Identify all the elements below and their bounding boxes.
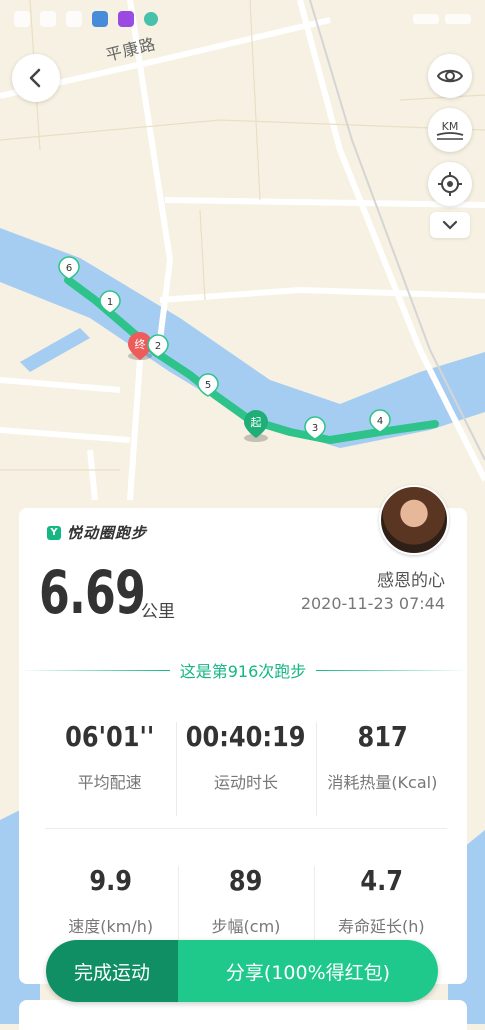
brand: Y 悦动圈跑步	[47, 522, 147, 543]
run-count-text: 这是第916次跑步	[179, 662, 307, 681]
stat-duration: 00:40:19 运动时长	[176, 720, 315, 816]
brand-logo-icon: Y	[47, 525, 61, 540]
stat-value: 00:40:19	[186, 720, 306, 753]
stat-value: 4.7	[359, 864, 403, 897]
avatar[interactable]	[379, 485, 449, 555]
status-bar	[14, 8, 471, 30]
notification-icon	[66, 11, 82, 27]
stat-value: 817	[357, 720, 408, 753]
action-bar: 完成运动 分享(100%得红包)	[46, 940, 438, 1002]
divider	[19, 669, 170, 671]
km-marker-5-label: 5	[205, 380, 211, 391]
km-marker-2-label: 2	[155, 341, 161, 352]
distance-unit: 公里	[141, 602, 175, 622]
finish-button[interactable]: 完成运动	[46, 940, 178, 1002]
km-icon: KM	[436, 120, 464, 140]
stat-speed: 9.9 速度(km/h)	[43, 864, 178, 937]
stat-label: 平均配速	[77, 773, 142, 792]
km-toggle-button[interactable]: KM	[428, 108, 472, 152]
user-name: 感恩的心	[377, 571, 445, 591]
back-button[interactable]	[12, 54, 60, 102]
km-marker-3-label: 3	[312, 423, 318, 434]
wifi-icon	[40, 11, 56, 27]
stat-label: 速度(km/h)	[68, 917, 154, 936]
divider	[45, 828, 447, 829]
share-button[interactable]: 分享(100%得红包)	[178, 940, 438, 1002]
app-notify-icon	[144, 12, 158, 26]
run-summary-card: Y 悦动圈跑步 6.69 公里 感恩的心 2020-11-23 07:44 这是…	[19, 508, 468, 984]
stat-label: 消耗热量(Kcal)	[327, 773, 438, 792]
stat-label: 寿命延长(h)	[338, 917, 425, 936]
stat-value: 89	[229, 864, 263, 897]
stat-label: 步幅(cm)	[211, 917, 281, 936]
expand-button[interactable]	[430, 212, 470, 238]
locate-button[interactable]	[428, 162, 472, 206]
stat-life-extension: 4.7 寿命延长(h)	[313, 864, 449, 960]
back-icon	[29, 68, 41, 88]
run-datetime: 2020-11-23 07:44	[300, 594, 445, 613]
start-marker[interactable]: 起	[244, 410, 268, 442]
locate-icon	[438, 172, 462, 196]
km-marker-4-label: 4	[377, 416, 383, 427]
chevron-down-icon	[442, 220, 458, 230]
brand-name: 悦动圈跑步	[67, 524, 148, 542]
run-count-line: 这是第916次跑步	[19, 658, 468, 682]
app-notify-icon	[118, 11, 134, 27]
next-card	[19, 1000, 467, 1030]
toggle-visibility-button[interactable]	[428, 54, 472, 98]
divider	[316, 669, 468, 671]
km-marker-1-label: 1	[107, 297, 113, 308]
stat-avg-pace: 06'01'' 平均配速	[43, 720, 176, 793]
app-notify-icon	[92, 11, 108, 27]
km-marker-6-label: 6	[66, 263, 72, 274]
stat-value: 9.9	[89, 864, 132, 897]
status-indicators	[413, 14, 471, 24]
eye-icon	[437, 69, 463, 83]
start-marker-label: 起	[251, 416, 262, 429]
stat-calories: 817 消耗热量(Kcal)	[315, 720, 449, 816]
stats-row: 9.9 速度(km/h) 89 步幅(cm) 4.7 寿命延长(h)	[43, 864, 449, 960]
stat-label: 运动时长	[214, 773, 279, 792]
stat-value: 06'01''	[65, 720, 155, 753]
signal-icon	[14, 11, 30, 27]
stats-row: 06'01'' 平均配速 00:40:19 运动时长 817 消耗热量(Kcal…	[43, 720, 449, 816]
svg-text:KM: KM	[442, 120, 459, 133]
end-marker-label: 终	[135, 337, 146, 351]
distance-value: 6.69	[39, 558, 146, 628]
stat-stride: 89 步幅(cm)	[178, 864, 313, 960]
